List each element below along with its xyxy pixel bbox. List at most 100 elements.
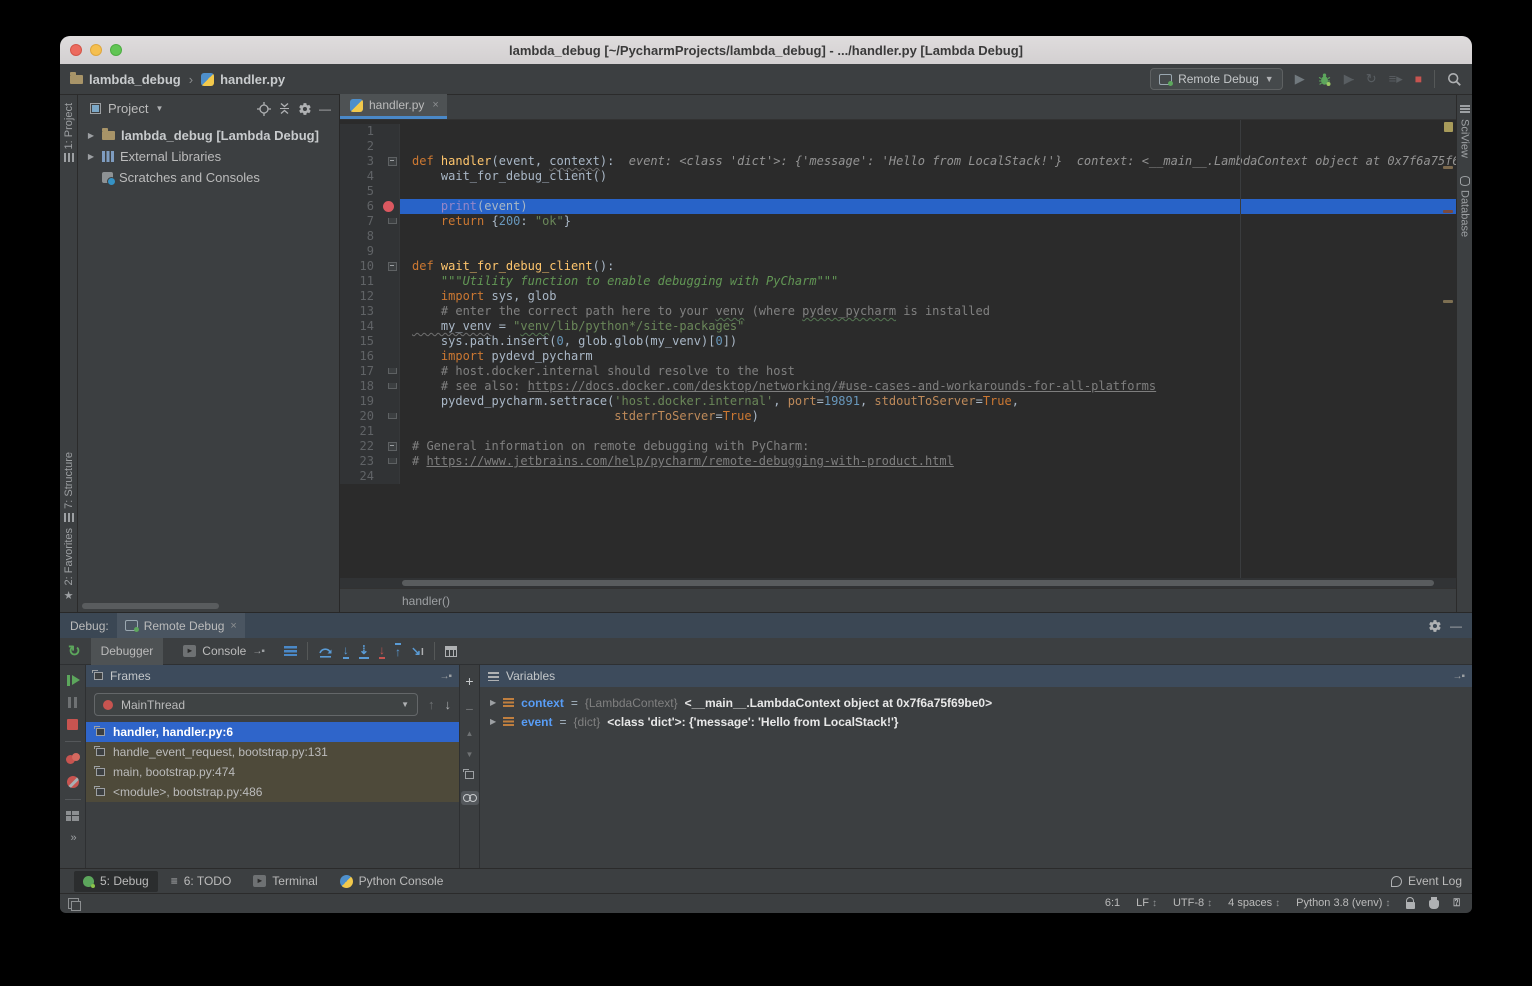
project-tree-item[interactable]: ▶External Libraries [78, 146, 339, 167]
tool-stripe-structure[interactable]: 7: Structure [63, 452, 75, 522]
editor-tab-handler[interactable]: handler.py × [340, 94, 447, 119]
more-actions-button[interactable]: » [70, 832, 74, 844]
concurrency-button[interactable]: ≡▸ [1389, 71, 1403, 87]
annotation-mark[interactable] [1443, 166, 1453, 169]
frame-row[interactable]: handle_event_request, bootstrap.py:131 [86, 742, 459, 762]
breadcrumb-project[interactable]: lambda_debug [89, 72, 181, 87]
lock-icon[interactable] [1406, 902, 1415, 909]
fold-marker[interactable] [380, 259, 400, 274]
jump-to-output-icon[interactable]: →▪ [252, 646, 264, 657]
status-item[interactable]: LF↕ [1136, 897, 1157, 909]
status-item[interactable]: 4 spaces↕ [1228, 897, 1280, 909]
code-line[interactable]: 9 [340, 244, 1456, 259]
tab-console[interactable]: ▸ Console →▪ [173, 638, 274, 665]
close-tab-icon[interactable]: × [432, 99, 438, 111]
toolwindow-tab-pythonconsole[interactable]: Python Console [331, 871, 453, 892]
project-tree-item[interactable]: ▶lambda_debug [Lambda Debug] [78, 125, 339, 146]
breadcrumb-file[interactable]: handler.py [220, 72, 285, 87]
scrollbar-thumb[interactable] [402, 580, 1434, 586]
run-to-cursor-icon[interactable]: ↘I [411, 644, 424, 658]
annotation-mark[interactable] [1443, 300, 1453, 303]
code-line[interactable]: 18 # see also: https://docs.docker.com/d… [340, 379, 1456, 394]
tool-stripe-project[interactable]: 1: Project [63, 103, 75, 162]
debug-button[interactable] [1317, 72, 1332, 87]
restore-layout-button[interactable] [66, 811, 79, 821]
toolwindow-toggle-icon[interactable] [68, 898, 79, 909]
add-watch-button[interactable]: + [465, 673, 473, 689]
tab-debugger[interactable]: Debugger [91, 638, 164, 665]
code-line[interactable]: 23# https://www.jetbrains.com/help/pycha… [340, 454, 1456, 469]
move-watch-up-button[interactable]: ▲ [466, 729, 474, 738]
code-line[interactable]: 5 [340, 184, 1456, 199]
code-line[interactable]: 10def wait_for_debug_client(): [340, 259, 1456, 274]
stop-button[interactable]: ■ [1415, 72, 1422, 86]
code-line[interactable]: 8 [340, 229, 1456, 244]
mute-breakpoints-button[interactable] [67, 776, 79, 788]
frame-row[interactable]: handler, handler.py:6 [86, 722, 459, 742]
inspection-status-icon[interactable] [1444, 122, 1453, 132]
code-line[interactable]: 1 [340, 124, 1456, 139]
code-line[interactable]: 15 sys.path.insert(0, glob.glob(my_venv)… [340, 334, 1456, 349]
code-line[interactable]: 22# General information on remote debugg… [340, 439, 1456, 454]
code-line[interactable]: 7 return {200: "ok"} [340, 214, 1456, 229]
status-item[interactable]: UTF-8↕ [1173, 897, 1212, 909]
move-watch-down-button[interactable]: ▼ [466, 750, 474, 759]
profiler-button[interactable]: ↻ [1366, 71, 1377, 87]
code-line[interactable]: 19 pydevd_pycharm.settrace('host.docker.… [340, 394, 1456, 409]
duplicate-watch-button[interactable] [465, 771, 474, 779]
next-frame-button[interactable]: ↓ [445, 697, 452, 712]
fold-marker[interactable] [380, 154, 400, 169]
status-item[interactable]: Python 3.8 (venv)↕ [1296, 897, 1390, 909]
force-step-into-icon[interactable]: ↓ [379, 643, 385, 659]
code-line[interactable]: 24 [340, 469, 1456, 484]
debug-session-tab[interactable]: Remote Debug × [117, 613, 245, 638]
resume-button[interactable] [67, 675, 79, 686]
event-log-button[interactable]: Event Log [1391, 874, 1462, 888]
toolwindow-tab-todo[interactable]: ≡6: TODO [162, 871, 241, 892]
rerun-button[interactable]: ↻ [68, 642, 81, 660]
search-everywhere-button[interactable] [1447, 72, 1462, 87]
code-line[interactable]: 20 stderrToServer=True) [340, 409, 1456, 424]
step-over-button[interactable] [318, 645, 333, 658]
dock-icon[interactable]: →▪ [1452, 671, 1464, 682]
close-session-icon[interactable]: × [230, 620, 236, 632]
thread-selector[interactable]: MainThread ▼ [94, 693, 418, 716]
chevron-down-icon[interactable]: ▼ [155, 104, 163, 113]
step-into-my-code-icon[interactable]: ⇣ [359, 643, 369, 659]
dock-icon[interactable]: →▪ [439, 671, 451, 682]
code-line[interactable]: 2 [340, 139, 1456, 154]
show-execution-point-icon[interactable] [284, 646, 297, 656]
remove-watch-button[interactable]: − [465, 701, 473, 717]
code-line[interactable]: 3def handler(event, context): event: <cl… [340, 154, 1456, 169]
expand-arrow-icon[interactable]: ▶ [86, 152, 96, 161]
fold-marker[interactable] [380, 439, 400, 454]
fold-marker[interactable] [380, 379, 400, 394]
variable-row[interactable]: ▶context = {LambdaContext}<__main__.Lamb… [490, 693, 1472, 712]
tool-stripe-sciview[interactable]: SciView [1459, 105, 1471, 158]
breakpoint-icon[interactable] [383, 201, 394, 212]
run-config-selector[interactable]: Remote Debug ▼ [1150, 68, 1283, 90]
show-watches-button[interactable] [461, 791, 479, 805]
tool-stripe-favorites[interactable]: 2: Favorites ★ [63, 528, 75, 602]
code-line[interactable]: 16 import pydevd_pycharm [340, 349, 1456, 364]
variable-row[interactable]: ▶event = {dict}<class 'dict'>: {'message… [490, 712, 1472, 731]
project-tree-item[interactable]: Scratches and Consoles [78, 167, 339, 188]
toolwindow-tab-terminal[interactable]: ▸Terminal [244, 871, 326, 892]
tool-stripe-database[interactable]: Database [1459, 176, 1471, 237]
hide-debug-window-button[interactable]: — [1450, 619, 1462, 633]
project-panel-title[interactable]: Project [108, 101, 148, 116]
locate-button[interactable] [257, 102, 271, 116]
editor-breadcrumb[interactable]: handler() [402, 594, 450, 608]
stop-debug-button[interactable] [67, 719, 78, 730]
frame-row[interactable]: <module>, bootstrap.py:486 [86, 782, 459, 802]
previous-frame-button[interactable]: ↑ [428, 697, 435, 712]
project-settings-button[interactable] [298, 102, 312, 116]
code-line[interactable]: 6 print(event) [340, 199, 1456, 214]
toolwindow-tab-debug[interactable]: 5: Debug [74, 871, 158, 892]
notifications-icon[interactable]: ⍰ [1453, 897, 1460, 910]
project-horizontal-scrollbar[interactable] [82, 603, 219, 609]
run-button[interactable]: ▶ [1295, 71, 1305, 87]
code-line[interactable]: 21 [340, 424, 1456, 439]
debug-settings-button[interactable] [1428, 619, 1442, 633]
fold-marker[interactable] [380, 409, 400, 424]
